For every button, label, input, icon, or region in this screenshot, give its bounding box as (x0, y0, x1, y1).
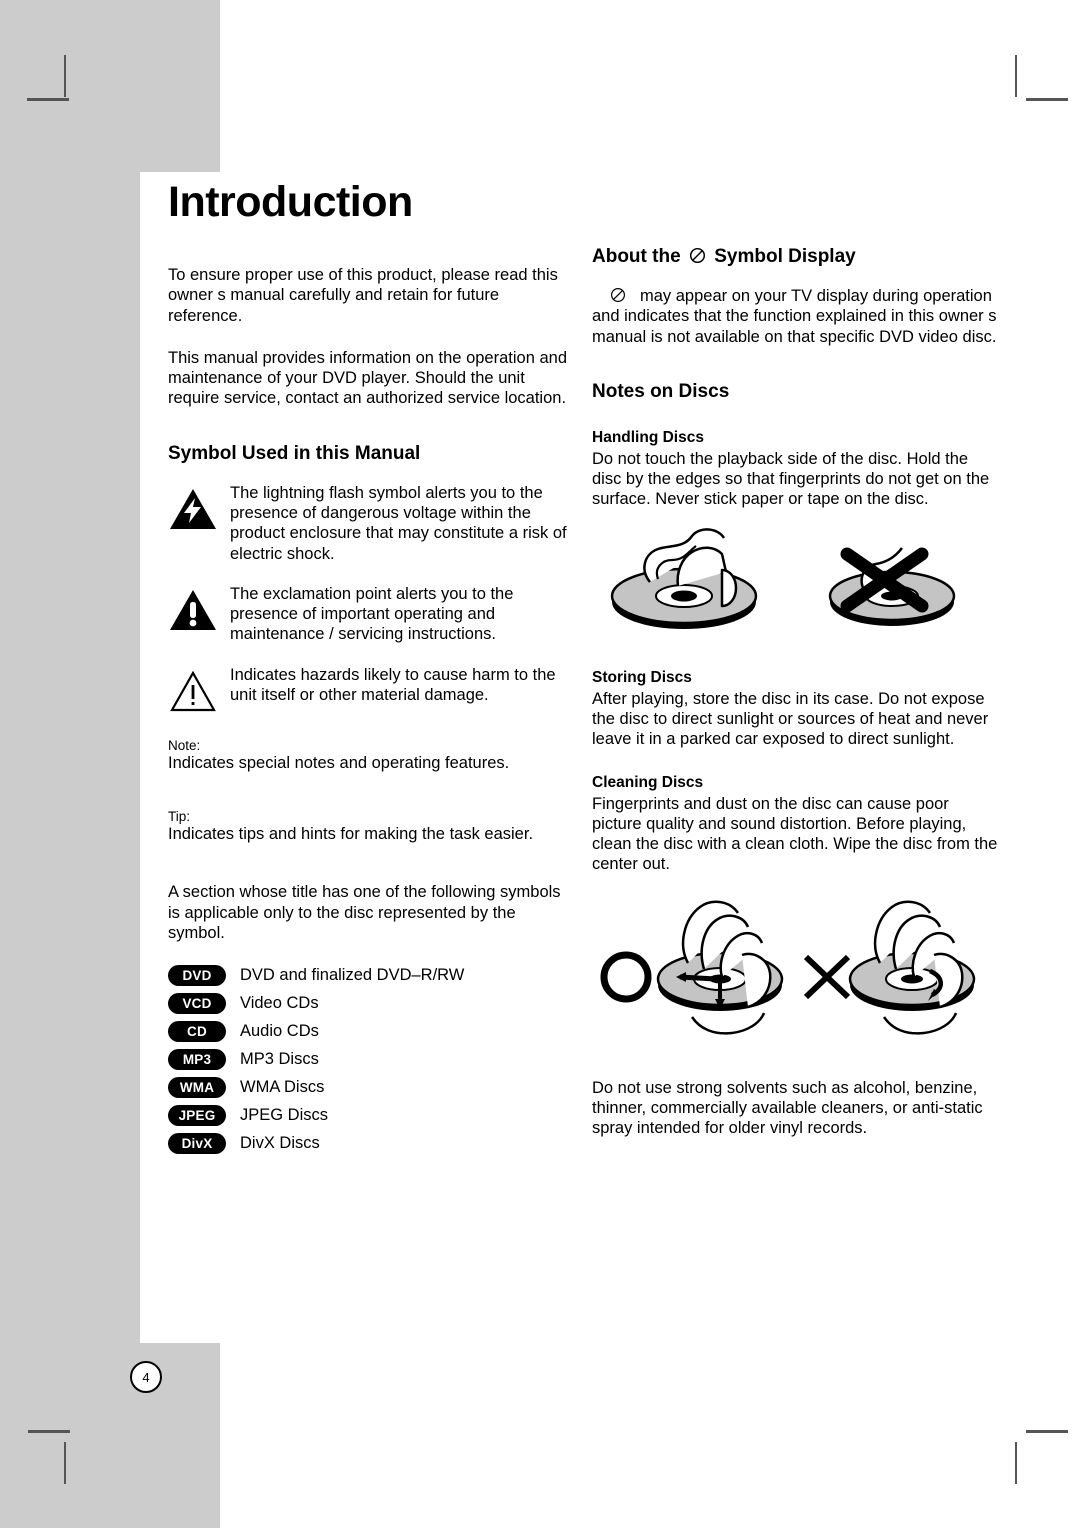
decorative-gray-panel-middle (0, 172, 140, 1343)
disc-format-list: DVD DVD and finalized DVD–R/RW VCD Video… (168, 965, 568, 1155)
disc-format-row-dvd: DVD DVD and finalized DVD–R/RW (168, 965, 568, 987)
badge-wma: WMA (168, 1077, 226, 1099)
symbol-display-body: may appear on your TV display during ope… (592, 286, 998, 347)
crop-mark-bottom-right-horizontal (1026, 1430, 1068, 1433)
page-title: Introduction (168, 178, 413, 226)
note-block: Note: Indicates special notes and operat… (168, 738, 568, 773)
manual-page: Introduction To ensure proper use of thi… (0, 0, 1080, 1528)
decorative-gray-panel-bottom (0, 1343, 220, 1528)
page-number-badge: 4 (130, 1361, 162, 1393)
disc-format-label-cd: Audio CDs (240, 1022, 319, 1041)
symbol-row-exclamation-filled: The exclamation point alerts you to the … (168, 584, 568, 645)
storing-discs-title: Storing Discs (592, 668, 692, 686)
page-number: 4 (142, 1369, 150, 1385)
badge-dvd: DVD (168, 965, 226, 987)
decorative-gray-panel-top (0, 0, 220, 172)
exclamation-filled-triangle-icon (168, 584, 224, 637)
symbol-display-body-text: may appear on your TV display during ope… (592, 287, 997, 346)
tip-label: Tip: (168, 808, 191, 824)
intro-paragraph-1: To ensure proper use of this product, pl… (168, 266, 558, 325)
disc-format-label-wma: WMA Discs (240, 1078, 325, 1097)
right-column: About the Symbol Display may appear on y… (592, 246, 998, 1161)
disc-format-row-vcd: VCD Video CDs (168, 993, 568, 1015)
handling-discs-title: Handling Discs (592, 428, 704, 446)
crop-mark-top-right-horizontal (1026, 98, 1068, 101)
prohibition-circle-slash-icon (689, 247, 705, 264)
disc-format-label-dvd: DVD and finalized DVD–R/RW (240, 966, 465, 985)
cleaning-discs-text: Fingerprints and dust on the disc can ca… (592, 794, 998, 874)
badge-vcd: VCD (168, 993, 226, 1015)
storing-discs-text: After playing, store the disc in its cas… (592, 689, 989, 749)
lightning-bolt-triangle-icon (168, 483, 224, 536)
crop-mark-bottom-right-vertical (1015, 1442, 1017, 1484)
crop-mark-top-right-vertical (1015, 55, 1017, 97)
circle-ok-icon (600, 951, 652, 1003)
disc-format-label-mp3: MP3 Discs (240, 1050, 319, 1069)
wipe-disc-circular-icon (848, 900, 976, 1035)
disc-format-label-jpeg: JPEG Discs (240, 1106, 329, 1125)
hand-holding-disc-by-edge-icon (610, 527, 758, 629)
exclamation-outline-triangle-icon (168, 665, 224, 718)
crop-mark-top-left-horizontal (27, 98, 69, 101)
symbol-display-heading-before: About the (592, 246, 681, 267)
badge-jpeg: JPEG (168, 1105, 226, 1127)
badge-divx: DivX (168, 1133, 226, 1155)
disc-format-row-divx: DivX DivX Discs (168, 1133, 568, 1155)
prohibition-circle-slash-icon-inline (611, 288, 625, 302)
cleaning-discs-title: Cleaning Discs (592, 773, 704, 791)
disc-format-row-jpeg: JPEG JPEG Discs (168, 1105, 568, 1127)
notes-on-discs-heading: Notes on Discs (592, 380, 730, 402)
crop-mark-bottom-left-vertical (64, 1442, 66, 1484)
crop-mark-top-left-vertical (64, 55, 66, 97)
note-text: Indicates special notes and operating fe… (168, 753, 510, 772)
cleaning-discs-illustration (592, 893, 998, 1058)
tip-text: Indicates tips and hints for making the … (168, 824, 534, 843)
intro-paragraph-2: This manual provides information on the … (168, 348, 567, 408)
disc-format-label-vcd: Video CDs (240, 994, 319, 1013)
symbol-text-exclamation-filled: The exclamation point alerts you to the … (230, 584, 514, 644)
disc-format-row-wma: WMA WMA Discs (168, 1077, 568, 1099)
symbol-section-heading: Symbol Used in this Manual (168, 442, 421, 464)
solvent-warning-text: Do not use strong solvents such as alcoh… (592, 1078, 983, 1138)
disc-format-label-divx: DivX Discs (240, 1134, 320, 1153)
symbol-text-exclamation-outline: Indicates hazards likely to cause harm t… (230, 665, 556, 704)
badge-cd: CD (168, 1021, 226, 1043)
cross-x-icon (803, 954, 851, 999)
tip-block: Tip: Indicates tips and hints for making… (168, 809, 568, 844)
symbol-row-exclamation-outline: Indicates hazards likely to cause harm t… (168, 665, 568, 718)
handling-discs-illustration (592, 524, 998, 649)
note-label: Note: (168, 737, 201, 753)
left-column: Introduction To ensure proper use of thi… (168, 178, 568, 1161)
symbol-row-lightning: The lightning flash symbol alerts you to… (168, 483, 568, 564)
disc-format-row-cd: CD Audio CDs (168, 1021, 568, 1043)
symbol-display-heading: About the Symbol Display (592, 246, 998, 268)
symbol-text-lightning: The lightning flash symbol alerts you to… (230, 483, 567, 563)
crop-mark-bottom-left-horizontal (28, 1430, 70, 1433)
disc-format-row-mp3: MP3 MP3 Discs (168, 1049, 568, 1071)
wipe-disc-center-out-icon (656, 900, 784, 1035)
symbol-display-heading-after: Symbol Display (714, 246, 856, 267)
applicability-text: A section whose title has one of the fol… (168, 883, 561, 942)
badge-mp3: MP3 (168, 1049, 226, 1071)
disc-crossed-out-icon (828, 546, 956, 626)
handling-discs-text: Do not touch the playback side of the di… (592, 449, 990, 509)
